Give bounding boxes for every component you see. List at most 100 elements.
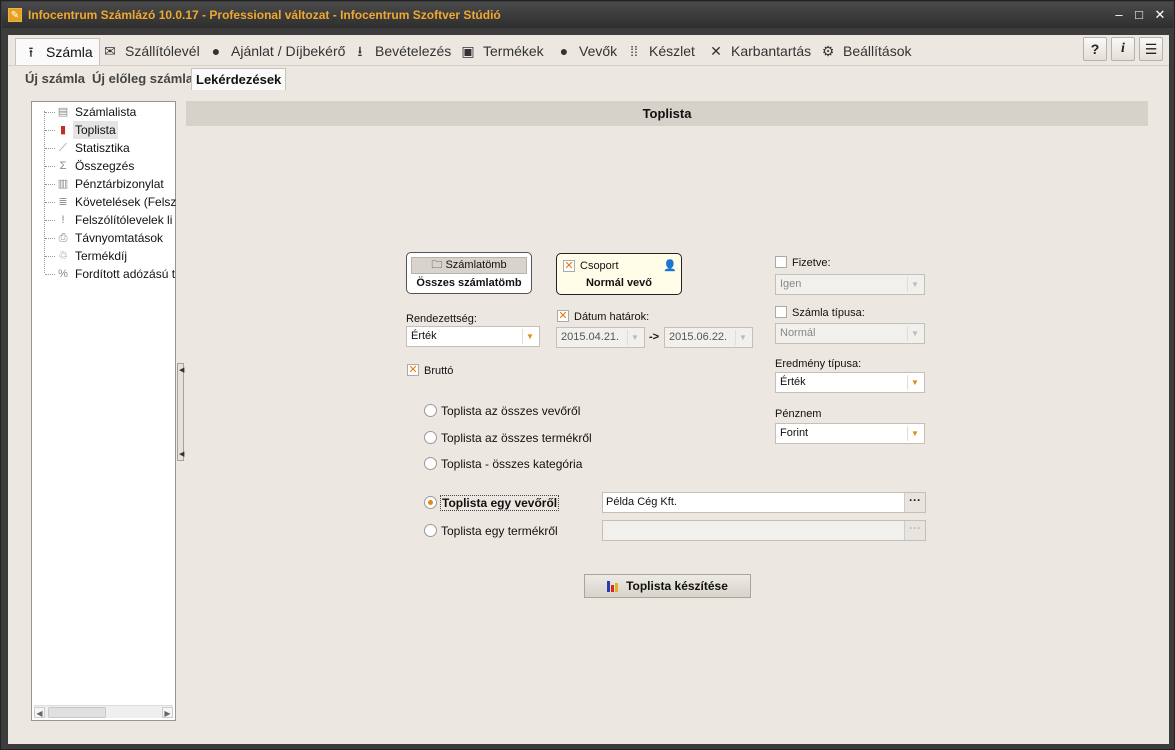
fizetve-checkbox[interactable] <box>775 256 787 268</box>
cash-register-icon: ▥ <box>57 178 69 190</box>
minimize-button[interactable]: – <box>1110 6 1128 24</box>
list-button[interactable]: ☰ <box>1139 37 1163 61</box>
tree-label: Távnyomtatások <box>75 231 164 245</box>
szamlatomb-button[interactable]: 🗀 Számlatömb <box>411 257 527 274</box>
vevo-input[interactable]: Példa Cég Kft. ··· <box>602 492 926 513</box>
menu-ajanlat[interactable]: ● Ajánlat / Díjbekérő <box>207 38 346 63</box>
close-button[interactable]: ✕ <box>1151 6 1169 24</box>
tools-icon: ✕ <box>710 42 722 59</box>
tab-uj-szamla[interactable]: Új számla <box>21 68 89 90</box>
szamla-tipusa-checkbox[interactable] <box>775 306 787 318</box>
date-separator: -> <box>649 331 660 343</box>
scroll-thumb[interactable] <box>48 707 106 718</box>
chevron-down-icon: ▼ <box>627 330 642 345</box>
fizetve-label: Fizetve: <box>792 257 831 269</box>
title-bar[interactable]: ✎ Infocentrum Számlázó 10.0.17 - Profess… <box>2 2 1173 28</box>
menu-szallitolevel[interactable]: ✉ Szállítólevél <box>101 38 200 63</box>
scroll-left-icon[interactable]: ◀ <box>34 707 45 718</box>
datum-label: Dátum határok: <box>574 311 650 323</box>
tree-item-statisztika[interactable]: ⟋ Statisztika <box>32 139 177 157</box>
percent-icon: % <box>58 268 68 280</box>
radio-osszes-kategoria[interactable] <box>424 457 437 470</box>
tree-label: Követelések (Felsz <box>75 195 177 209</box>
printer-icon: ⎙ <box>58 232 68 244</box>
tab-lekerdezesek[interactable]: Lekérdezések <box>191 68 287 90</box>
tree-label: Termékdíj <box>75 249 128 263</box>
tree-item-penztarbizonylat[interactable]: ▥ Pénztárbizonylat <box>32 175 177 193</box>
tree-item-toplista[interactable]: ▮ Toplista <box>32 121 177 139</box>
szamla-tipusa-select[interactable]: Normál ▼ <box>775 323 925 344</box>
tab-uj-eloleg-szamla[interactable]: Új előleg számla <box>88 68 197 90</box>
tree-item-felszolitolevelek[interactable]: ! Felszólítólevelek li <box>32 211 177 229</box>
sum-icon: Σ <box>59 160 67 172</box>
tree-label: Összegzés <box>75 159 135 173</box>
date-to-input[interactable]: 2015.06.22. ▼ <box>664 327 753 348</box>
maximize-button[interactable]: □ <box>1130 6 1148 24</box>
eredmeny-tipusa-label: Eredmény típusa: <box>775 358 862 370</box>
panel-splitter[interactable]: ◀ ◀ <box>177 363 184 461</box>
menu-termekek[interactable]: ▣ Termékek <box>459 38 544 63</box>
tree-item-osszegzes[interactable]: Σ Összegzés <box>32 157 177 175</box>
collapse-left-icon: ◀ <box>179 451 185 458</box>
tree-connector <box>45 202 55 203</box>
tree-label: Pénztárbizonylat <box>75 177 164 191</box>
menu-label: Termékek <box>483 42 544 59</box>
gear-icon: ⚙ <box>821 42 835 59</box>
termek-input[interactable]: ··· <box>602 520 926 541</box>
csoport-selector[interactable]: ✕ Csoport 👤 Normál vevő <box>556 253 682 295</box>
chevron-down-icon: ▼ <box>907 375 922 390</box>
eredmeny-tipusa-select[interactable]: Érték ▼ <box>775 372 925 393</box>
app-logo-icon: ✎ <box>8 8 22 22</box>
vevo-browse-button[interactable]: ··· <box>904 493 925 512</box>
tree-item-szamlalista[interactable]: ▤ Számlalista <box>32 103 177 121</box>
menu-label: Karbantartás <box>731 42 812 59</box>
tree-item-termekdij[interactable]: ♲ Termékdíj <box>32 247 177 265</box>
rendezettseg-select[interactable]: Érték ▼ <box>406 326 540 347</box>
menu-label: Számla <box>46 44 93 60</box>
penznem-select[interactable]: Forint ▼ <box>775 423 925 444</box>
tree-item-forditott-adozasu[interactable]: % Fordított adózású t <box>32 265 177 283</box>
radio-osszes-vevo-label[interactable]: Toplista az összes vevőről <box>441 404 580 418</box>
radio-osszes-termek[interactable] <box>424 431 437 444</box>
radio-egy-vevo-label[interactable]: Toplista egy vevőről <box>440 495 560 511</box>
szamlatomb-selector[interactable]: 🗀 Számlatömb Összes számlatömb <box>406 252 532 294</box>
brutto-checkbox[interactable]: ✕ <box>407 364 419 376</box>
menu-vevok[interactable]: ● Vevők <box>555 38 617 63</box>
menu-label: Bevételezés <box>375 42 452 59</box>
menu-label: Vevők <box>579 42 618 59</box>
date-from-input[interactable]: 2015.04.21. ▼ <box>556 327 645 348</box>
radio-egy-termek[interactable] <box>424 524 437 537</box>
radio-osszes-vevo[interactable] <box>424 404 437 417</box>
menu-karbantartas[interactable]: ✕ Karbantartás <box>707 38 811 63</box>
warning-document-icon: ! <box>61 214 65 226</box>
tree-horizontal-scrollbar[interactable]: ◀ ▶ <box>34 705 173 718</box>
menu-beallitasok[interactable]: ⚙ Beállítások <box>819 38 912 63</box>
radio-osszes-termek-label[interactable]: Toplista az összes termékről <box>441 431 592 445</box>
radio-egy-vevo[interactable] <box>424 496 437 509</box>
tree-connector <box>45 184 55 185</box>
scroll-right-icon[interactable]: ▶ <box>162 707 173 718</box>
tree-label: Fordított adózású t <box>75 267 176 281</box>
tree-label: Felszólítólevelek li <box>75 213 173 227</box>
csoport-checkbox[interactable]: ✕ <box>563 260 575 272</box>
menu-keszlet[interactable]: ⁞⁞ Készlet <box>625 38 695 63</box>
tree-connector <box>45 220 55 221</box>
penznem-label: Pénznem <box>775 408 822 420</box>
help-button[interactable]: ? <box>1083 37 1107 61</box>
menu-bevetelezes[interactable]: ⭳ Bevételezés <box>351 38 452 63</box>
app-window: ✎ Infocentrum Számlázó 10.0.17 - Profess… <box>0 0 1175 750</box>
menu-szamla[interactable]: ⭱ Számla <box>15 38 100 65</box>
radio-osszes-kategoria-label[interactable]: Toplista - összes kategória <box>441 457 582 471</box>
chevron-down-icon: ▼ <box>907 326 922 341</box>
radio-egy-termek-label[interactable]: Toplista egy termékről <box>441 524 558 538</box>
tree-connector <box>45 148 55 149</box>
tree-item-tavnyomtatasok[interactable]: ⎙ Távnyomtatások <box>32 229 177 247</box>
tree-item-kovetelesek[interactable]: ≣ Követelések (Felsz <box>32 193 177 211</box>
recycle-icon: ♲ <box>58 250 68 262</box>
info-button[interactable]: i <box>1111 37 1135 61</box>
datum-checkbox[interactable]: ✕ <box>557 310 569 322</box>
termek-browse-button[interactable]: ··· <box>904 521 925 540</box>
toplista-keszitese-button[interactable]: Toplista készítése <box>584 574 751 598</box>
fizetve-select[interactable]: Igen ▼ <box>775 274 925 295</box>
menu-label: Készlet <box>649 42 695 59</box>
